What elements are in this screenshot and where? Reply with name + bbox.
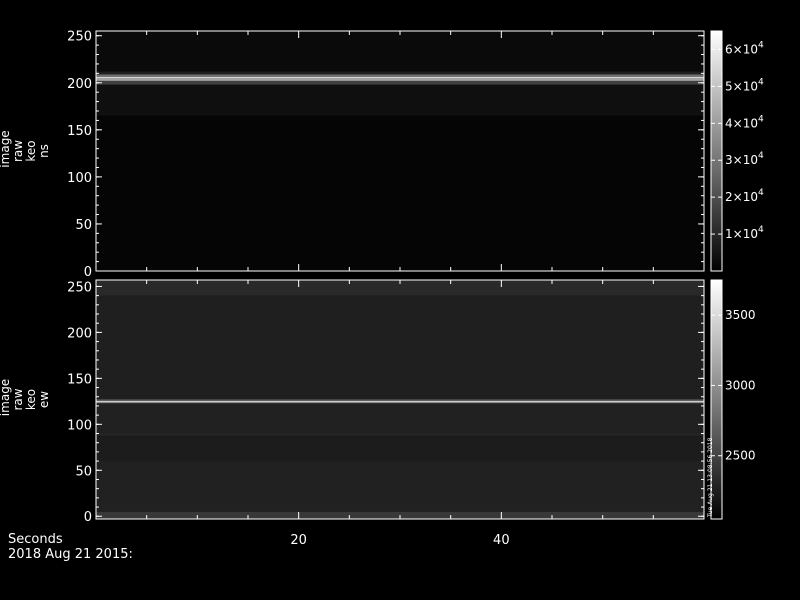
colorbar-tick-label: 6×104 [725, 40, 764, 56]
colorbar: 2500 3000 3500 [710, 279, 756, 520]
intensity-band [96, 84, 704, 116]
colorbar-tick-label: 1×104 [725, 225, 764, 241]
colorbar-tick-label: 4×104 [725, 114, 764, 130]
panel-1: 0 50 100 150 200 250 image raw keo ns 1×104 2×104 3×… [0, 30, 764, 280]
y-axis-label-line: raw [11, 388, 25, 410]
y-tick-label: 250 [67, 30, 92, 45]
colorbar: 1×104 2×104 3×104 4×104 5×104 6×104 [710, 30, 764, 272]
colorbar-tick-label: 2×104 [725, 188, 764, 204]
intensity-band [96, 295, 704, 400]
y-tick-label: 100 [67, 171, 92, 186]
intensity-band [96, 400, 704, 402]
y-axis-label-line: ns [37, 144, 51, 158]
colorbar-tick-label: 2500 [725, 449, 756, 463]
timestamp-stamp: Tue Aug 21 13:08:56 2018 [707, 437, 714, 518]
intensity-band [96, 78, 704, 81]
intensity-band [96, 115, 704, 272]
intensity-band [96, 434, 704, 436]
keogram-image [96, 31, 704, 272]
y-tick-label: 100 [67, 418, 92, 433]
keogram-figure: 050100150200250image raw keo ns1×1042×1043×… [0, 30, 764, 562]
y-tick-label: 0 [84, 265, 92, 280]
intensity-band [96, 403, 704, 435]
y-tick-label: 50 [75, 464, 92, 479]
y-axis-label: image raw keo ew [0, 379, 51, 416]
y-tick-label: 50 [75, 218, 92, 233]
keogram-image [96, 280, 704, 519]
panel-2: 0 50 100 150 200 250 20 40 image raw keo ew 2500 3000… [0, 279, 756, 548]
intensity-band [96, 401, 704, 404]
colorbar-tick-label: 3500 [725, 308, 756, 322]
x-tick-label: 20 [290, 533, 307, 548]
y-axis-label-line: keo [24, 389, 38, 410]
intensity-band [96, 31, 704, 72]
y-axis-label-line: ew [37, 391, 51, 408]
x-tick-label: 40 [493, 533, 510, 548]
y-tick-label: 0 [84, 510, 92, 525]
x-axis-label: Seconds [8, 532, 63, 547]
intensity-band [96, 71, 704, 75]
colorbar-tick-label: 3×104 [725, 151, 764, 167]
y-axis-label: image raw keo ns [0, 130, 51, 167]
colorbar-tick-label: 3000 [725, 378, 756, 392]
y-tick-label: 150 [67, 124, 92, 139]
y-tick-label: 250 [67, 280, 92, 295]
intensity-band [96, 435, 704, 462]
y-axis-label-line: keo [24, 140, 38, 161]
y-axis-label-line: raw [11, 140, 25, 162]
y-tick-label: 200 [67, 77, 92, 92]
intensity-band [96, 80, 704, 85]
y-tick-label: 200 [67, 326, 92, 341]
colorbar-gradient [710, 30, 723, 272]
intensity-band [96, 77, 704, 79]
intensity-band [96, 461, 704, 512]
date-label: 2018 Aug 21 2015: [8, 547, 133, 562]
intensity-band [96, 74, 704, 78]
intensity-band [96, 399, 704, 401]
y-tick-label: 150 [67, 372, 92, 387]
colorbar-tick-label: 5×104 [725, 77, 764, 93]
